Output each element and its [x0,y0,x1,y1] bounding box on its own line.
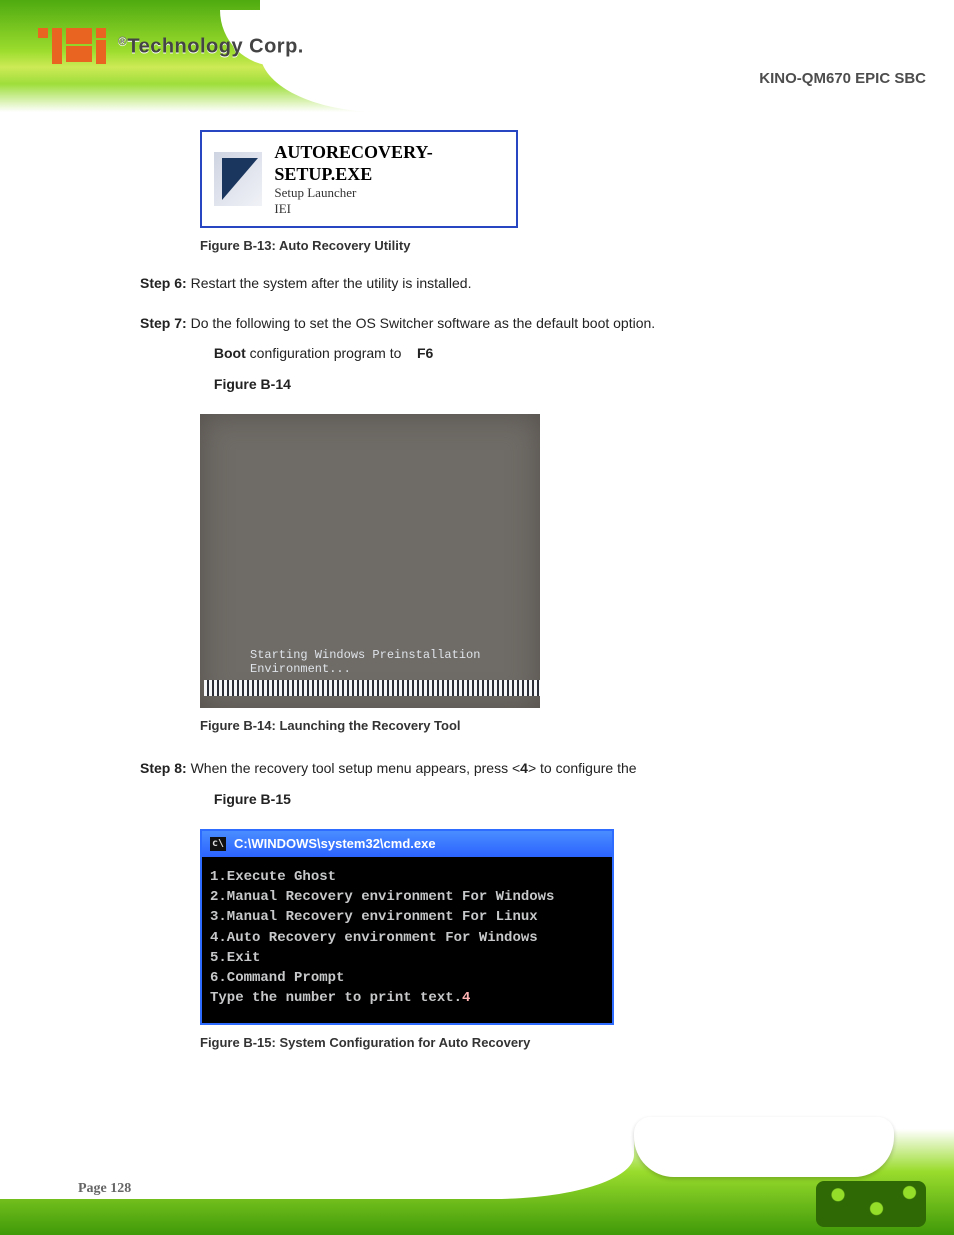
fig-ref: Figure B-14 [214,376,291,392]
fig-ref: Figure B-15 [214,791,291,807]
tile-desc: Setup Launcher [274,185,504,201]
step-label: Step 6: [140,275,187,291]
winpe-screenshot: Starting Windows Preinstallation Environ… [200,414,540,708]
tile-vendor: IEI [274,201,504,217]
page-number: Page 128 [78,1181,131,1197]
tile-filename: AUTORECOVERY-SETUP.EXE [274,142,504,185]
cmd-line: 3.Manual Recovery environment For Linux [210,907,604,927]
document-body: AUTORECOVERY-SETUP.EXE Setup Launcher IE… [0,130,954,1103]
step-7: Step 7: Do the following to set the OS S… [140,308,860,400]
header-banner: ®Technology Corp. KINO-QM670 EPIC SBC [0,0,954,112]
step-label: Step 8: [140,760,187,776]
step-text: Restart the system after the utility is … [191,275,472,291]
installer-icon [214,152,262,206]
cmd-line: 2.Manual Recovery environment For Window… [210,887,604,907]
boot-text: configuration program to [250,345,402,361]
cmd-icon: c\ [210,837,226,851]
cmd-entered: 4 [462,990,470,1006]
footer-banner: Page 128 [0,1129,954,1235]
cmd-line: 4.Auto Recovery environment For Windows [210,928,604,948]
cmd-prompt-line: Type the number to print text.4 [210,988,604,1008]
header-curve [260,0,954,112]
step-8: Step 8: When the recovery tool setup men… [140,753,860,815]
cmd-titlebar: c\ C:\WINDOWS\system32\cmd.exe [202,831,612,857]
brand-registered: ® [118,34,127,48]
footer-tab [634,1117,894,1177]
setup-file-tile[interactable]: AUTORECOVERY-SETUP.EXE Setup Launcher IE… [200,130,518,228]
figure-caption-14: Figure B-14: Launching the Recovery Tool [200,718,914,733]
step-text-a: When the recovery tool setup menu appear… [191,760,521,776]
logo-mark-icon [38,28,106,64]
step-6: Step 6: Restart the system after the uti… [140,273,860,293]
cmd-window: c\ C:\WINDOWS\system32\cmd.exe 1.Execute… [200,829,614,1025]
brand-text: ®Technology Corp. [118,34,304,59]
brand-logo: ®Technology Corp. [38,28,304,64]
boot-label: Boot [214,345,250,361]
cmd-prompt: Type the number to print text. [210,990,462,1006]
figure-caption-13: Figure B-13: Auto Recovery Utility [200,238,914,253]
step-text-b: > to configure the [528,760,637,776]
cmd-line: 6.Command Prompt [210,968,604,988]
brand-name: Technology Corp. [127,35,304,57]
step-text: Do the following to set the OS Switcher … [191,315,656,331]
key-f6: F6 [417,345,433,361]
key-4: 4 [520,760,528,776]
cmd-line: 5.Exit [210,948,604,968]
progress-bar-icon [204,680,540,696]
page-title: KINO-QM670 EPIC SBC [759,70,926,87]
pcb-dots-icon [816,1181,926,1227]
winpe-message: Starting Windows Preinstallation Environ… [250,648,520,676]
figure-caption-15: Figure B-15: System Configuration for Au… [200,1035,914,1050]
cmd-title: C:\WINDOWS\system32\cmd.exe [234,837,436,850]
cmd-terminal[interactable]: 1.Execute Ghost 2.Manual Recovery enviro… [202,857,612,1023]
step-label: Step 7: [140,315,187,331]
cmd-line: 1.Execute Ghost [210,867,604,887]
